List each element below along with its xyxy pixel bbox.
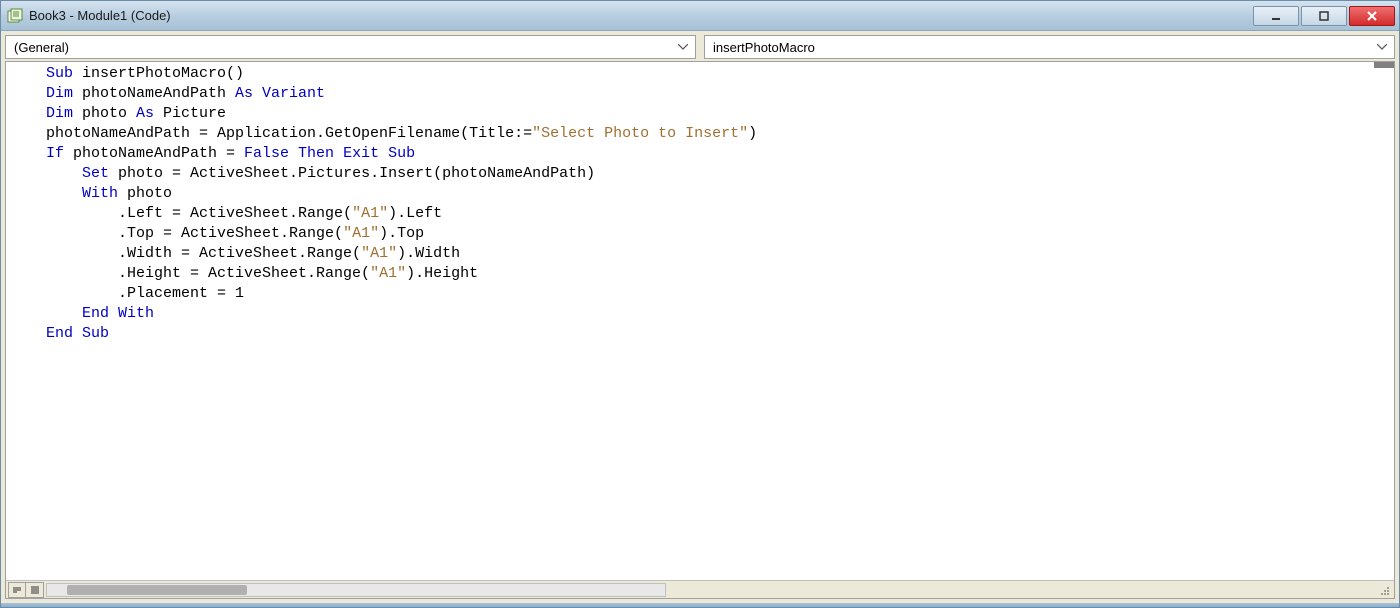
minimize-button[interactable]	[1253, 6, 1299, 26]
resize-grip-icon[interactable]	[1376, 582, 1392, 598]
horizontal-scrollbar-thumb[interactable]	[67, 585, 247, 595]
code-editor[interactable]: Sub insertPhotoMacro()Dim photoNameAndPa…	[6, 62, 1394, 580]
code-line[interactable]: If photoNameAndPath = False Then Exit Su…	[6, 144, 1394, 164]
vba-code-window: Book3 - Module1 (Code) (General) inser	[0, 0, 1400, 608]
code-line[interactable]: photoNameAndPath = Application.GetOpenFi…	[6, 124, 1394, 144]
code-line[interactable]: .Placement = 1	[6, 284, 1394, 304]
code-line[interactable]: Dim photo As Picture	[6, 104, 1394, 124]
procedure-dropdown-value: insertPhotoMacro	[713, 40, 815, 55]
code-line[interactable]: Dim photoNameAndPath As Variant	[6, 84, 1394, 104]
editor-bottom-bar	[6, 580, 1394, 598]
full-module-view-button[interactable]	[26, 582, 44, 598]
object-dropdown[interactable]: (General)	[5, 35, 696, 59]
window-controls	[1253, 6, 1395, 26]
code-line[interactable]: .Left = ActiveSheet.Range("A1").Left	[6, 204, 1394, 224]
editor-container: Sub insertPhotoMacro()Dim photoNameAndPa…	[5, 61, 1395, 599]
code-line[interactable]: End Sub	[6, 324, 1394, 344]
code-line[interactable]: End With	[6, 304, 1394, 324]
window-title: Book3 - Module1 (Code)	[29, 8, 171, 23]
object-dropdown-value: (General)	[14, 40, 69, 55]
code-line[interactable]: .Width = ActiveSheet.Range("A1").Width	[6, 244, 1394, 264]
close-button[interactable]	[1349, 6, 1395, 26]
content-area: (General) insertPhotoMacro Sub insertPho…	[1, 31, 1399, 603]
code-line[interactable]: Sub insertPhotoMacro()	[6, 64, 1394, 84]
code-line[interactable]: With photo	[6, 184, 1394, 204]
window-bottom-border	[1, 603, 1399, 607]
titlebar[interactable]: Book3 - Module1 (Code)	[1, 1, 1399, 31]
module-icon	[7, 8, 23, 24]
procedure-view-button[interactable]	[8, 582, 26, 598]
chevron-down-icon	[1374, 39, 1390, 55]
code-line[interactable]: .Top = ActiveSheet.Range("A1").Top	[6, 224, 1394, 244]
code-line[interactable]: .Height = ActiveSheet.Range("A1").Height	[6, 264, 1394, 284]
title-left: Book3 - Module1 (Code)	[7, 8, 171, 24]
dropdown-row: (General) insertPhotoMacro	[5, 35, 1395, 59]
procedure-dropdown[interactable]: insertPhotoMacro	[704, 35, 1395, 59]
maximize-button[interactable]	[1301, 6, 1347, 26]
code-line[interactable]: Set photo = ActiveSheet.Pictures.Insert(…	[6, 164, 1394, 184]
horizontal-scrollbar[interactable]	[46, 583, 666, 597]
chevron-down-icon	[675, 39, 691, 55]
